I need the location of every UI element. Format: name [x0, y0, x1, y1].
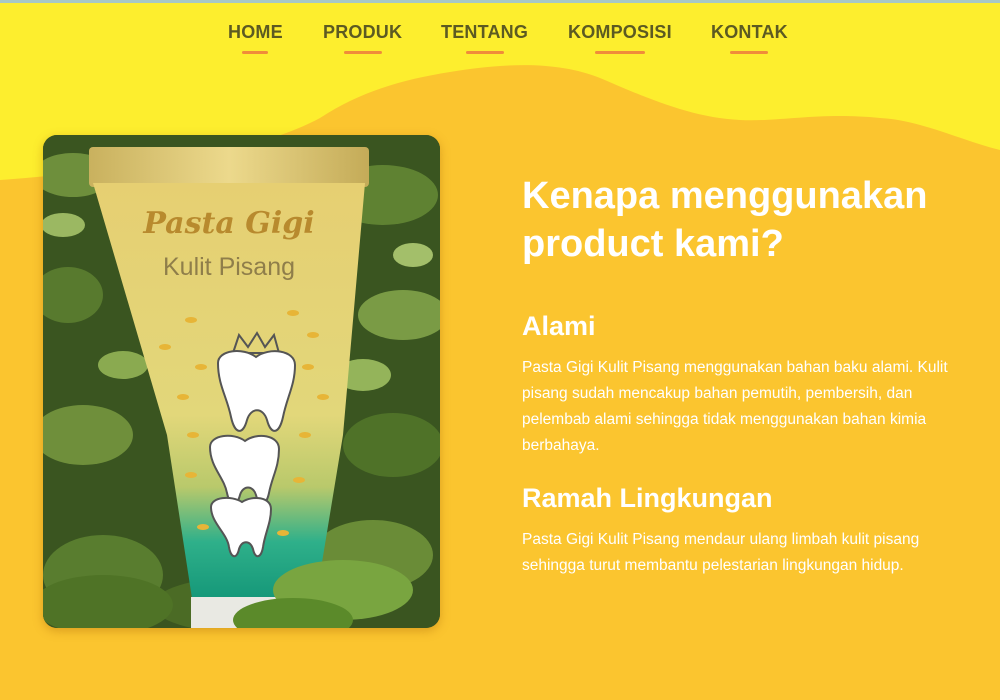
nav-underline — [594, 51, 645, 54]
brand-line-1: Pasta Gigi — [142, 206, 314, 241]
nav-tentang-label: TENTANG — [441, 22, 529, 42]
nav-komposisi-label: KOMPOSISI — [568, 22, 672, 42]
nav-tentang[interactable]: TENTANG — [441, 22, 529, 54]
page-title: Kenapa menggunakan product kami? — [522, 175, 928, 265]
feature-title-alami: Alami — [522, 311, 596, 341]
feature-title-ramah-lingkungan: Ramah Lingkungan — [522, 483, 773, 513]
nav-kontak-label: KONTAK — [711, 22, 788, 42]
nav-produk-label: PRODUK — [323, 22, 403, 42]
feature-text-alami: Pasta Gigi Kulit Pisang menggunakan baha… — [522, 359, 948, 454]
nav-underline — [343, 51, 382, 54]
nav-kontak[interactable]: KONTAK — [711, 22, 788, 54]
feature-text-ramah-lingkungan: Pasta Gigi Kulit Pisang mendaur ulang li… — [522, 531, 920, 574]
main-nav: HOME PRODUK TENTANG KOMPOSISI KONTAK — [0, 0, 1000, 60]
brand-line-2: Kulit Pisang — [163, 253, 295, 281]
nav-komposisi[interactable]: KOMPOSISI — [568, 22, 672, 54]
nav-home-label: HOME — [228, 22, 283, 42]
product-photo: Pasta Gigi Kulit Pisang — [43, 135, 440, 628]
nav-underline — [730, 51, 769, 54]
nav-home[interactable]: HOME — [228, 22, 283, 54]
nav-underline — [465, 51, 504, 54]
nav-produk[interactable]: PRODUK — [323, 22, 403, 54]
nav-underline — [242, 51, 269, 54]
